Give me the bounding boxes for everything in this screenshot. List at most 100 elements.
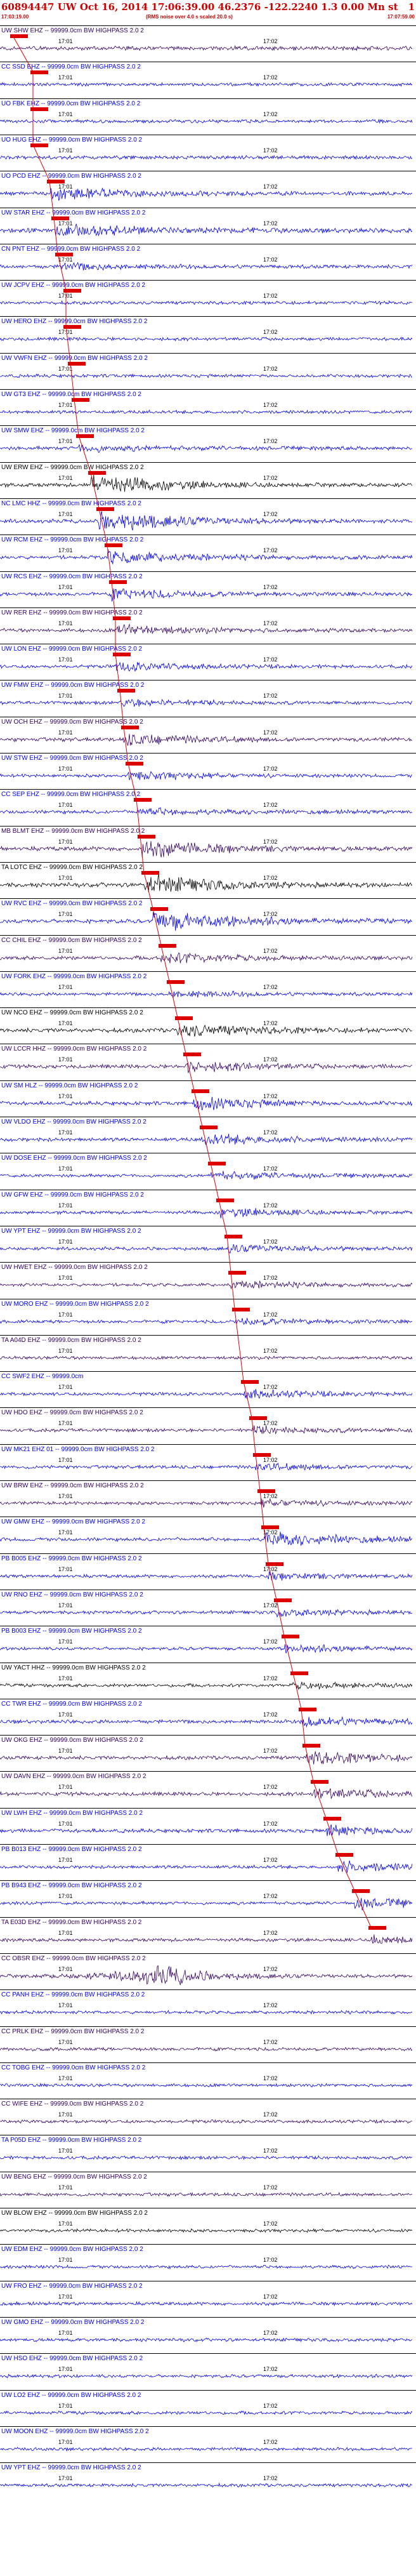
waveform-line <box>0 2047 413 2052</box>
trace-row: UW OCH EHZ -- 99999.0cm BW HIGHPASS 2.0 … <box>0 717 416 753</box>
phase-pick-marker[interactable] <box>241 1380 259 1384</box>
phase-pick-marker[interactable] <box>51 216 69 220</box>
trace-row: PB B003 EHZ -- 99999.0cm BW HIGHPASS 2.0… <box>0 1626 416 1662</box>
phase-pick-marker[interactable] <box>208 1162 226 1165</box>
waveform-line <box>0 1643 413 1654</box>
station-label: TA P05D EHZ -- 99999.0cm BW HIGHPASS 2.0… <box>1 2137 142 2144</box>
phase-pick-marker[interactable] <box>200 1125 218 1129</box>
phase-pick-marker[interactable] <box>167 980 185 984</box>
phase-pick-marker[interactable] <box>126 762 143 766</box>
phase-pick-marker[interactable] <box>121 726 139 729</box>
time-mark-first: 17:01 <box>58 329 73 335</box>
phase-pick-marker[interactable] <box>109 580 127 584</box>
trace-row: UW HERO EHZ -- 99999.0cm BW HIGHPASS 2.0… <box>0 316 416 352</box>
time-mark-second: 17:02 <box>263 147 278 154</box>
phase-pick-marker[interactable] <box>159 944 176 948</box>
time-mark-first: 17:01 <box>58 1420 73 1426</box>
trace-row: CC OBSR EHZ -- 99999.0cm BW HIGHPASS 2.0… <box>0 1953 416 1989</box>
trace-row: UW LON EHZ -- 99999.0cm BW HIGHPASS 2.0 … <box>0 644 416 680</box>
phase-pick-marker[interactable] <box>282 1635 299 1638</box>
phase-pick-marker[interactable] <box>311 1780 328 1784</box>
waveform-line <box>0 1897 413 1911</box>
time-mark-second: 17:02 <box>263 2439 278 2445</box>
phase-pick-marker[interactable] <box>30 70 48 74</box>
phase-pick-marker[interactable] <box>302 1744 320 1748</box>
phase-pick-marker[interactable] <box>10 34 28 38</box>
phase-pick-marker[interactable] <box>63 289 81 293</box>
phase-pick-marker[interactable] <box>228 1271 246 1275</box>
phase-pick-marker[interactable] <box>335 1853 353 1857</box>
phase-pick-marker[interactable] <box>105 543 122 547</box>
phase-pick-marker[interactable] <box>224 1235 242 1238</box>
time-mark-second: 17:02 <box>263 2184 278 2191</box>
phase-pick-marker[interactable] <box>192 1089 209 1093</box>
trace-row: UW GFW EHZ -- 99999.0cm BW HIGHPASS 2.0 … <box>0 1190 416 1226</box>
trace-row: UW EDM EHZ -- 99999.0cm BW HIGHPASS 2.0 … <box>0 2244 416 2280</box>
time-mark-second: 17:02 <box>263 1784 278 1790</box>
phase-pick-marker[interactable] <box>257 1489 275 1493</box>
time-mark-second: 17:02 <box>263 256 278 263</box>
station-label: TA A04D EHZ -- 99999.0cm BW HIGHPASS 2.0… <box>1 1337 141 1344</box>
time-mark-second: 17:02 <box>263 1311 278 1318</box>
time-mark-first: 17:01 <box>58 1493 73 1499</box>
time-mark-second: 17:02 <box>263 1202 278 1209</box>
phase-pick-marker[interactable] <box>299 1708 316 1711</box>
waveform-line <box>0 2154 413 2161</box>
station-label: PB B005 EHZ -- 99999.0cm BW HIGHPASS 2.0… <box>1 1555 142 1562</box>
phase-pick-marker[interactable] <box>47 180 65 183</box>
waveform-line <box>0 2192 413 2197</box>
waveform-line <box>0 444 413 453</box>
time-mark-first: 17:01 <box>58 402 73 408</box>
phase-pick-marker[interactable] <box>113 616 131 620</box>
phase-pick-marker[interactable] <box>261 1525 279 1529</box>
phase-pick-marker[interactable] <box>368 1926 386 1930</box>
trace-row: TA P05D EHZ -- 99999.0cm BW HIGHPASS 2.0… <box>0 2135 416 2171</box>
phase-pick-marker[interactable] <box>72 398 89 402</box>
phase-pick-marker[interactable] <box>141 871 159 875</box>
phase-pick-marker[interactable] <box>117 689 135 693</box>
trace-row: CN PNT EHZ -- 99999.0cm BW HIGHPASS 2.0 … <box>0 244 416 280</box>
phase-pick-marker[interactable] <box>232 1308 250 1311</box>
phase-pick-marker[interactable] <box>249 1416 267 1420</box>
scaling-note: (RMS noise over 4.0 s scaled 20.0 s) <box>146 14 233 20</box>
phase-pick-marker[interactable] <box>63 325 81 329</box>
phase-pick-marker[interactable] <box>113 653 131 656</box>
phase-pick-marker[interactable] <box>253 1453 271 1457</box>
phase-pick-marker[interactable] <box>274 1598 292 1602</box>
waveform-line <box>0 2374 413 2379</box>
waveform-line <box>0 300 413 306</box>
time-mark-first: 17:01 <box>58 74 73 81</box>
waveform-line <box>0 1681 413 1690</box>
phase-pick-marker[interactable] <box>266 1562 283 1566</box>
phase-pick-marker[interactable] <box>68 362 86 366</box>
phase-pick-marker[interactable] <box>216 1198 234 1202</box>
phase-pick-marker[interactable] <box>88 471 106 475</box>
phase-pick-marker[interactable] <box>290 1671 308 1675</box>
phase-pick-marker[interactable] <box>150 907 168 911</box>
waveform-line <box>0 2010 413 2015</box>
time-mark-second: 17:02 <box>263 1711 278 1718</box>
time-mark-second: 17:02 <box>263 802 278 808</box>
phase-pick-marker[interactable] <box>183 1052 201 1056</box>
phase-pick-marker[interactable] <box>323 1817 341 1821</box>
phase-pick-marker[interactable] <box>76 434 94 438</box>
waveform-line <box>0 1463 413 1471</box>
station-label: UW LO2 EHZ -- 99999.0cm BW HIGHPASS 2.0 … <box>1 2392 141 2399</box>
time-mark-second: 17:02 <box>263 1020 278 1026</box>
phase-pick-marker[interactable] <box>30 107 48 111</box>
phase-pick-marker[interactable] <box>134 798 152 802</box>
phase-pick-marker[interactable] <box>175 1016 193 1020</box>
phase-pick-marker[interactable] <box>352 1889 370 1893</box>
station-label: UW JCPV EHZ -- 99999.0cm BW HIGHPASS 2.0… <box>1 282 146 289</box>
station-label: CC PANH EHZ -- 99999.0cm BW HIGHPASS 2.0… <box>1 1991 145 1998</box>
time-mark-first: 17:01 <box>58 1457 73 1463</box>
time-mark-first: 17:01 <box>58 1893 73 1899</box>
time-mark-second: 17:02 <box>263 183 278 190</box>
station-label: UW FORK EHZ -- 99999.0cm BW HIGHPASS 2.0… <box>1 973 147 980</box>
time-mark-first: 17:01 <box>58 1202 73 1209</box>
phase-pick-marker[interactable] <box>30 143 48 147</box>
time-mark-second: 17:02 <box>263 547 278 554</box>
phase-pick-marker[interactable] <box>96 507 114 511</box>
phase-pick-marker[interactable] <box>55 253 73 256</box>
phase-pick-marker[interactable] <box>138 835 155 839</box>
